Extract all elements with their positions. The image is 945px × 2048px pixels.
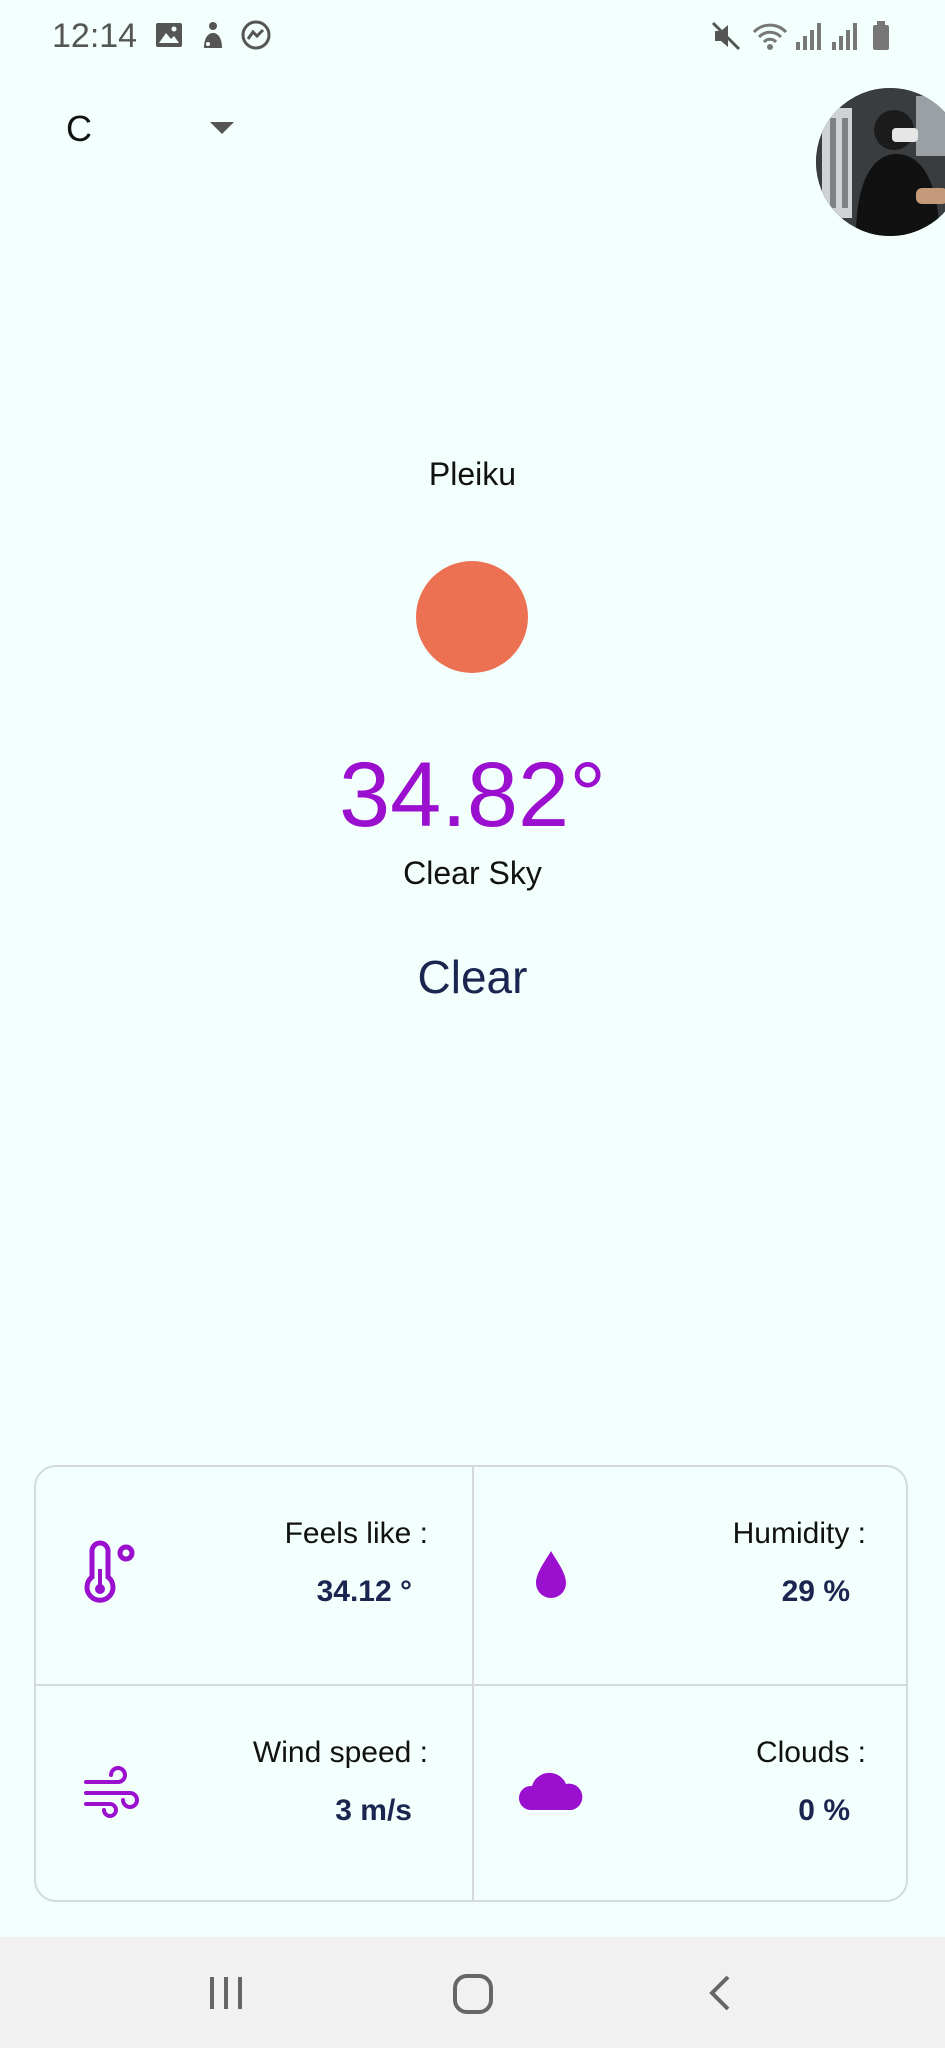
stat-label: Humidity :: [732, 1517, 866, 1550]
thermometer-icon: [84, 1540, 135, 1603]
avatar[interactable]: [816, 88, 945, 236]
stat-clouds: Clouds : 0 %: [474, 1686, 910, 1903]
image-icon: [156, 23, 182, 47]
dropdown-arrow-icon: [210, 122, 234, 134]
sun-icon: [416, 561, 528, 673]
recent-apps-icon[interactable]: [206, 1973, 246, 2013]
weather-main: Clear: [417, 951, 528, 1003]
stat-value: 0 %: [798, 1794, 850, 1827]
stat-humidity: Humidity : 29 %: [474, 1467, 910, 1684]
navigation-bar: [0, 1937, 945, 2048]
avatar-image: [816, 88, 945, 236]
wifi-icon: [752, 23, 788, 50]
mute-icon: [711, 21, 741, 51]
signal-icon: [832, 23, 857, 50]
weather-description: Clear Sky: [403, 855, 542, 891]
game-icon: [204, 22, 222, 48]
stat-label: Clouds :: [755, 1736, 866, 1769]
stat-value: 3 m/s: [335, 1794, 412, 1827]
unit-value: C: [66, 108, 92, 149]
water-drop-icon: [536, 1551, 566, 1598]
stat-wind-speed: Wind speed : 3 m/s: [36, 1686, 472, 1903]
wind-icon: [84, 1766, 139, 1818]
stat-value: 34.12 °: [316, 1575, 412, 1608]
weather-stats-card: Feels like : 34.12 ° Humidity : 29 % Win…: [34, 1465, 908, 1902]
back-icon[interactable]: [700, 1973, 740, 2013]
stat-label: Wind speed :: [252, 1736, 428, 1769]
temperature: 34.82°: [338, 744, 606, 846]
battery-icon: [873, 21, 889, 50]
messenger-icon: [241, 20, 271, 50]
city-name: Pleiku: [428, 456, 517, 492]
unit-select[interactable]: C: [52, 98, 242, 162]
home-icon[interactable]: [452, 1973, 494, 2015]
stat-feels-like: Feels like : 34.12 °: [36, 1467, 472, 1684]
status-time: 12:14: [52, 17, 138, 55]
cloud-icon: [518, 1772, 583, 1810]
stat-value: 29 %: [781, 1575, 850, 1608]
signal-icon: [796, 23, 821, 50]
stat-label: Feels like :: [284, 1517, 428, 1550]
